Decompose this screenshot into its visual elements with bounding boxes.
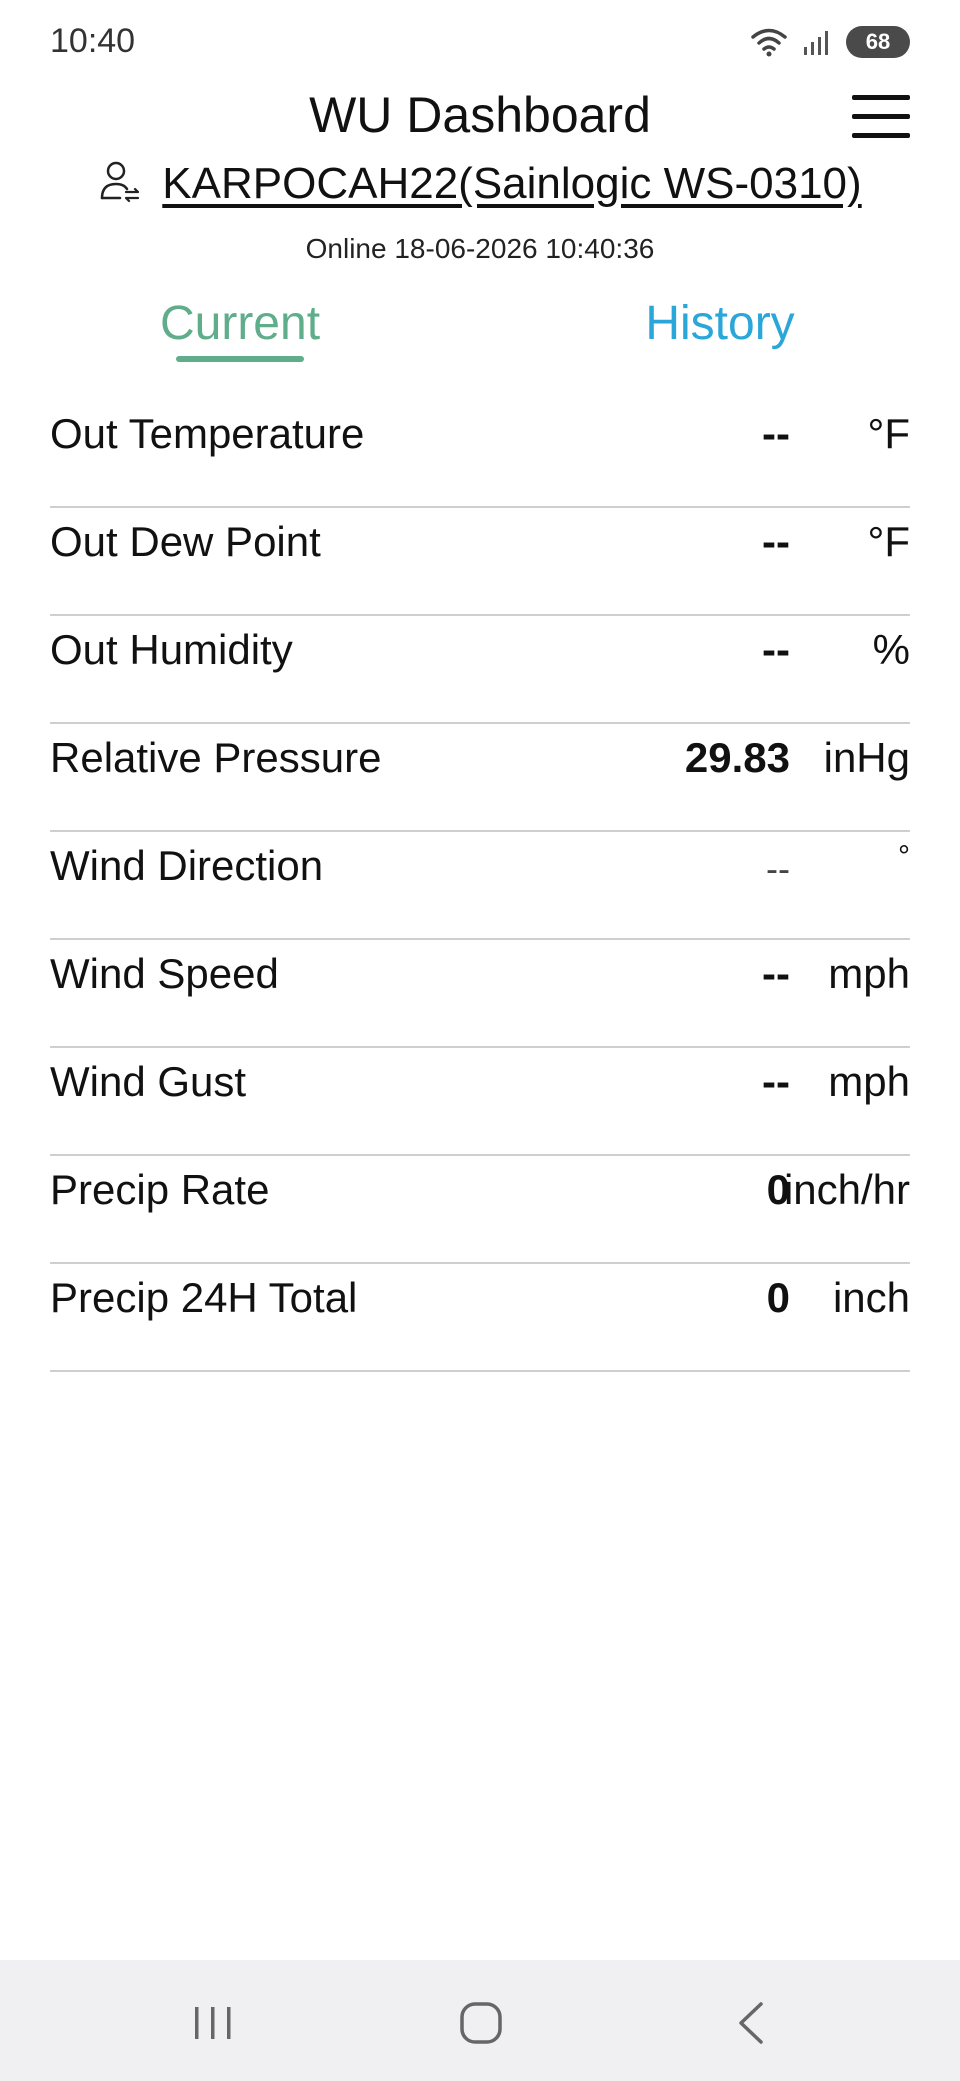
reading-value: -- — [762, 1058, 790, 1105]
reading-value: -- — [762, 626, 790, 673]
reading-row-wind-direction: Wind Direction -- ° — [50, 832, 910, 940]
screen: 10:40 68 WU Dashboard KARPOCAH22(Sainlog… — [0, 0, 960, 2081]
back-icon[interactable] — [721, 1998, 781, 2048]
reading-unit: °F — [867, 518, 910, 565]
reading-unit: inch/hr — [783, 1166, 910, 1213]
reading-row-out-temperature: Out Temperature -- °F — [50, 400, 910, 508]
online-status: Online 18-06-2026 10:40:36 — [305, 233, 655, 264]
status-time: 10:40 — [50, 22, 136, 60]
station-selector[interactable]: KARPOCAH22(Sainlogic WS-0310) — [0, 158, 960, 209]
reading-label: Wind Speed — [50, 950, 279, 997]
status-bar: 10:40 68 — [0, 0, 960, 90]
reading-label: Out Temperature — [50, 410, 365, 457]
tab-active-indicator — [176, 356, 304, 362]
page-title: WU Dashboard — [309, 87, 651, 143]
reading-row-precip-rate: Precip Rate 0 inch/hr — [50, 1156, 910, 1264]
station-name-link[interactable]: KARPOCAH22(Sainlogic WS-0310) — [162, 159, 861, 209]
wifi-icon — [750, 27, 788, 57]
tab-current[interactable]: Current — [120, 296, 360, 351]
reading-unit: inHg — [823, 734, 910, 781]
reading-row-precip-24h-total: Precip 24H Total 0 inch — [50, 1264, 910, 1372]
reading-unit: °F — [867, 410, 910, 457]
reading-value: -- — [762, 950, 790, 997]
reading-row-wind-speed: Wind Speed -- mph — [50, 940, 910, 1048]
reading-value: 0 — [766, 1274, 790, 1321]
status-icons: 68 — [750, 26, 910, 58]
reading-unit: inch — [832, 1274, 910, 1321]
reading-value: -- — [766, 848, 790, 889]
reading-row-out-dew-point: Out Dew Point -- °F — [50, 508, 910, 616]
user-switch-icon[interactable] — [98, 158, 144, 209]
reading-label: Wind Gust — [50, 1058, 247, 1105]
reading-unit: % — [872, 626, 910, 673]
reading-unit: ° — [898, 840, 910, 873]
hamburger-menu-icon[interactable] — [852, 92, 910, 142]
reading-row-out-humidity: Out Humidity -- % — [50, 616, 910, 724]
reading-row-relative-pressure: Relative Pressure 29.83 inHg — [50, 724, 910, 832]
reading-label: Relative Pressure — [50, 734, 382, 781]
reading-value: 29.83 — [684, 734, 790, 781]
system-nav-bar — [0, 1960, 960, 2081]
reading-unit: mph — [828, 1058, 910, 1105]
readings-list: Out Temperature -- °F Out Dew Point -- °… — [50, 400, 910, 1372]
home-icon[interactable] — [451, 1998, 511, 2048]
recents-icon[interactable] — [183, 1998, 243, 2048]
reading-label: Wind Direction — [50, 842, 324, 889]
reading-unit: mph — [828, 950, 910, 997]
signal-icon — [802, 27, 832, 57]
reading-label: Out Dew Point — [50, 518, 321, 565]
battery-icon: 68 — [846, 26, 910, 58]
reading-label: Precip 24H Total — [50, 1274, 358, 1321]
reading-label: Out Humidity — [50, 626, 293, 673]
reading-row-wind-gust: Wind Gust -- mph — [50, 1048, 910, 1156]
tab-history[interactable]: History — [600, 296, 840, 351]
reading-label: Precip Rate — [50, 1166, 270, 1213]
reading-value: -- — [762, 518, 790, 565]
tab-bar: Current History — [0, 296, 960, 376]
reading-value: -- — [762, 410, 790, 457]
